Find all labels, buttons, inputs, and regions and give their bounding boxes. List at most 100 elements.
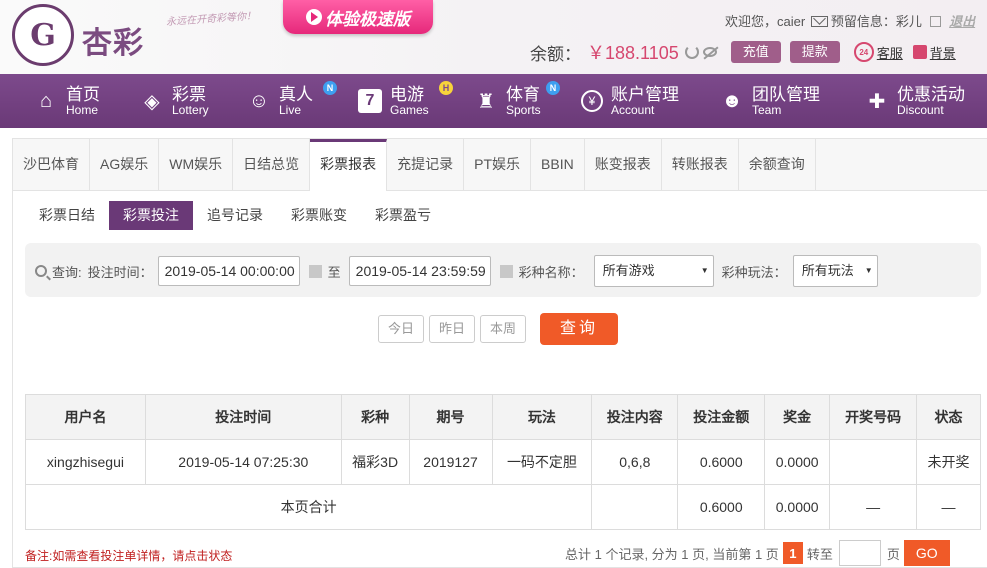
logout-link[interactable]: 退出	[949, 14, 975, 29]
cell-period: 2019127	[408, 439, 493, 485]
table-header-row: 用户名 投注时间 彩种 期号 玩法 投注内容 投注金额 奖金 开奖号码 状态	[25, 394, 981, 440]
withdraw-button[interactable]: 提款	[789, 41, 840, 63]
end-time-input[interactable]: 2019-05-14 23:59:59	[348, 256, 491, 286]
nav-sublabel: Lottery	[172, 102, 209, 117]
subtab-profit-loss[interactable]: 彩票盈亏	[361, 201, 445, 230]
subtab-chase[interactable]: 追号记录	[193, 201, 277, 230]
tab-wm[interactable]: WM娱乐	[159, 139, 234, 190]
this-week-button[interactable]: 本周	[480, 315, 527, 343]
recharge-button[interactable]: 充值	[730, 41, 781, 63]
total-status: —	[916, 484, 981, 530]
user-info: 欢迎您，caier 预留信息：彩儿 退出	[725, 11, 975, 30]
start-time-input[interactable]: 2019-05-14 00:00:00	[157, 256, 300, 286]
nav-item-lottery[interactable]: ◈ 彩票 Lottery	[140, 74, 247, 128]
go-button[interactable]: GO	[903, 540, 950, 566]
nav-label: 电游	[390, 84, 424, 104]
slogan: 永远在开奇彩等你！	[165, 10, 257, 29]
cell-draw-number	[829, 439, 918, 485]
customer-service-icon[interactable]: 24	[853, 42, 874, 62]
fast-version-label: 体验极速版	[325, 9, 410, 29]
logo-text[interactable]: 杏彩	[82, 18, 144, 62]
subtab-account-change[interactable]: 彩票账变	[277, 201, 361, 230]
team-icon: ☻	[721, 89, 743, 112]
nav-sublabel: Live	[279, 102, 302, 117]
page-number-input[interactable]	[838, 540, 881, 566]
nav-item-games[interactable]: 7 电游 Games H	[358, 74, 474, 128]
nav-sublabel: Team	[752, 102, 782, 117]
quick-buttons: 今日 昨日 本周 查询	[378, 313, 619, 345]
tab-transfer[interactable]: 转账报表	[662, 139, 739, 190]
tab-deposit-withdraw[interactable]: 充提记录	[387, 139, 465, 190]
refresh-icon[interactable]	[684, 45, 699, 59]
tab-lottery-report[interactable]: 彩票报表	[310, 139, 388, 191]
col-bet-time: 投注时间	[144, 394, 342, 440]
calendar-icon[interactable]	[308, 264, 322, 278]
yesterday-button[interactable]: 昨日	[429, 315, 476, 343]
coin-icon: ¥	[581, 90, 603, 112]
logo-icon[interactable]: G	[12, 4, 74, 66]
subtab-bets[interactable]: 彩票投注	[109, 201, 193, 230]
gift-icon: ✚	[868, 90, 886, 113]
query-label: 查询:	[52, 264, 82, 280]
tab-balance-query[interactable]: 余额查询	[739, 139, 816, 190]
welcome-text: 欢迎您，	[725, 14, 778, 29]
edit-icon[interactable]	[930, 16, 942, 27]
nav-item-sports[interactable]: ♜ 体育 Sports N	[474, 74, 581, 128]
nav-item-home[interactable]: ⌂ 首页 Home	[0, 74, 140, 128]
current-page[interactable]: 1	[782, 542, 803, 564]
today-button[interactable]: 今日	[378, 315, 425, 343]
calendar-icon[interactable]	[499, 264, 513, 278]
fast-version-button[interactable]: 体验极速版	[283, 0, 433, 34]
tab-bbin[interactable]: BBIN	[531, 139, 585, 190]
cell-play: 一码不定胆	[491, 439, 593, 485]
status-link[interactable]: 未开奖	[916, 439, 981, 485]
cell-amount: 0.6000	[677, 439, 766, 485]
cell-lottery: 福彩3D	[340, 439, 410, 485]
balance-value: ￥188.1105	[587, 43, 679, 63]
game-select[interactable]: 所有游戏	[593, 255, 714, 287]
nav-item-live[interactable]: ☺ 真人 Live N	[247, 74, 358, 128]
total-empty	[591, 484, 679, 530]
search-icon	[35, 265, 47, 277]
background-icon[interactable]	[912, 45, 927, 59]
nav-item-discount[interactable]: ✚ 优惠活动 Discount	[865, 74, 987, 128]
bet-table: 用户名 投注时间 彩种 期号 玩法 投注内容 投注金额 奖金 开奖号码 状态 x…	[24, 394, 981, 530]
play-label: 彩种玩法：	[721, 264, 787, 280]
cell-username: xingzhisegui	[25, 439, 146, 485]
report-tabs: 沙巴体育 AG娱乐 WM娱乐 日结总览 彩票报表 充提记录 PT娱乐 BBIN …	[13, 139, 987, 191]
tab-account-change[interactable]: 账变报表	[585, 139, 662, 190]
nav-item-account[interactable]: ¥ 账户管理 Account	[581, 74, 720, 128]
query-button[interactable]: 查询	[540, 313, 619, 345]
customer-service-link[interactable]: 客服	[877, 43, 903, 62]
hide-balance-icon[interactable]	[702, 47, 717, 57]
new-badge: N	[546, 81, 560, 95]
tab-daily-overview[interactable]: 日结总览	[233, 139, 311, 190]
nav-sublabel: Sports	[506, 102, 541, 117]
nav-item-team[interactable]: ☻ 团队管理 Team	[720, 74, 865, 128]
pagination: 总计 1 个记录, 分为 1 页, 当前第 1 页 1 转至 页 GO	[565, 540, 950, 566]
header: G 杏彩 永远在开奇彩等你！ 体验极速版 欢迎您，caier 预留信息：彩儿 退…	[0, 0, 987, 74]
game-label: 彩种名称：	[518, 264, 584, 280]
play-select[interactable]: 所有玩法	[792, 255, 878, 287]
nav-label: 首页	[66, 84, 100, 104]
cell-content: 0,6,8	[591, 439, 679, 485]
tab-pt[interactable]: PT娱乐	[464, 139, 532, 190]
balance-label: 余额：	[530, 44, 581, 64]
notice-label: 预留信息：	[830, 14, 896, 29]
trophy-icon: ♜	[477, 90, 495, 113]
person-icon: ☺	[248, 89, 270, 112]
tab-ag[interactable]: AG娱乐	[90, 139, 160, 190]
background-link[interactable]: 背景	[930, 43, 956, 62]
report-panel: 沙巴体育 AG娱乐 WM娱乐 日结总览 彩票报表 充提记录 PT娱乐 BBIN …	[12, 138, 987, 568]
nav-label: 账户管理	[611, 84, 679, 104]
hot-badge: H	[439, 81, 453, 95]
mail-icon[interactable]	[810, 16, 828, 27]
nav-label: 优惠活动	[897, 84, 965, 104]
username: caier	[777, 14, 806, 29]
bet-time-label: 投注时间：	[87, 264, 153, 280]
subtab-daily[interactable]: 彩票日结	[25, 201, 109, 230]
filter-bar: 查询: 投注时间： 2019-05-14 00:00:00 至 2019-05-…	[25, 243, 981, 297]
new-badge: N	[323, 81, 337, 95]
tab-saba-sports[interactable]: 沙巴体育	[13, 139, 90, 190]
nav-sublabel: Discount	[897, 102, 944, 117]
